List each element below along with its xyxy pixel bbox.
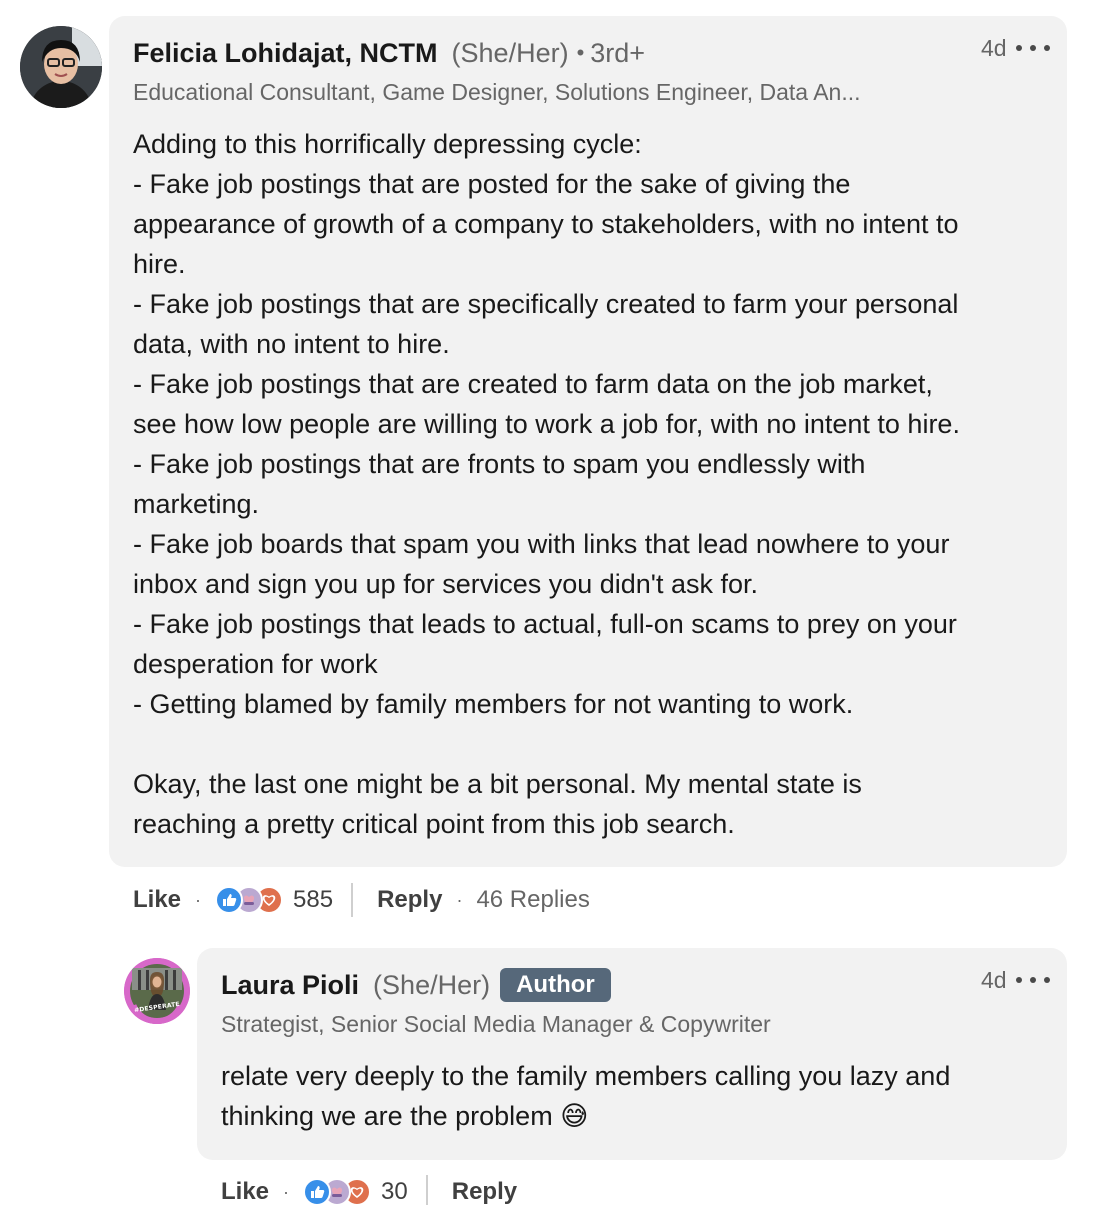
comment-time: 4d (981, 35, 1007, 61)
body-line: - Fake job postings that are posted for … (133, 169, 851, 199)
more-options-icon[interactable] (1016, 40, 1050, 56)
reply-button[interactable]: Reply (377, 886, 442, 914)
reply-body: relate very deeply to the family members… (221, 1056, 950, 1136)
comment-actions: Like · 585 Reply · 46 Replies (133, 882, 590, 918)
body-line: - Fake job postings that are created to … (133, 369, 933, 399)
body-line: reaching a pretty critical point from th… (133, 809, 735, 839)
body-line: Adding to this horrifically depressing c… (133, 129, 642, 159)
author-line: Laura Pioli (She/Her) Author (221, 968, 611, 1004)
comment-time: 4d (981, 967, 1007, 993)
body-line: - Getting blamed by family members for n… (133, 689, 854, 719)
reply-laura: #DESPERATE Laura Pioli (She/Her) Author 4d… (0, 930, 1093, 1205)
body-line: hire. (133, 249, 186, 279)
author-badge: Author (500, 968, 611, 1002)
avatar-photo (20, 26, 102, 108)
reactions-summary[interactable]: 30 (303, 1178, 408, 1205)
like-icon (303, 1178, 332, 1205)
reaction-count: 30 (381, 1178, 408, 1205)
body-line: - Fake job postings that leads to actual… (133, 609, 957, 639)
separator-dot: • (576, 40, 585, 65)
like-icon (215, 886, 244, 914)
reply-actions: Like · 30 Reply (221, 1174, 517, 1205)
body-line: - Fake job boards that spam you with lin… (133, 529, 950, 559)
like-button[interactable]: Like (133, 886, 181, 914)
body-line: - Fake job postings that are specificall… (133, 289, 959, 319)
reactions-summary[interactable]: 585 (215, 886, 333, 914)
author-pronouns: (She/Her) (373, 970, 491, 1000)
separator-dot: · (283, 1181, 290, 1202)
body-line: relate very deeply to the family members… (221, 1061, 951, 1091)
like-button[interactable]: Like (221, 1178, 269, 1205)
body-line: inbox and sign you up for services you d… (133, 569, 759, 599)
body-line: see how low people are willing to work a… (133, 409, 960, 439)
avatar-felicia[interactable] (20, 26, 102, 108)
replies-count-link[interactable]: 46 Replies (476, 886, 589, 914)
more-options-icon[interactable] (1016, 972, 1050, 988)
body-line: - Fake job postings that are fronts to s… (133, 449, 866, 479)
divider (425, 1175, 428, 1205)
avatar-laura[interactable]: #DESPERATE (124, 958, 190, 1024)
comment-body: Adding to this horrifically depressing c… (133, 124, 960, 844)
body-line: desperation for work (133, 649, 378, 679)
reply-button[interactable]: Reply (452, 1178, 517, 1205)
author-line: Felicia Lohidajat, NCTM (She/Her) • 3rd+ (133, 36, 645, 72)
body-line: appearance of growth of a company to sta… (133, 209, 959, 239)
comment-felicia: Felicia Lohidajat, NCTM (She/Her) • 3rd+ 4d… (0, 0, 1093, 930)
body-line: marketing. (133, 489, 260, 519)
separator-dot: · (456, 889, 463, 910)
author-headline: Strategist, Senior Social Media Manager … (221, 1011, 771, 1037)
body-line: thinking we are the problem 😅 (221, 1101, 589, 1131)
body-line (133, 724, 960, 764)
body-line: data, with no intent to hire. (133, 329, 450, 359)
author-name[interactable]: Felicia Lohidajat, NCTM (133, 38, 438, 68)
body-line: Okay, the last one might be a bit person… (133, 769, 862, 799)
divider (351, 883, 354, 917)
author-headline: Educational Consultant, Game Designer, S… (133, 79, 861, 105)
separator-dot: · (195, 889, 202, 910)
reaction-count: 585 (293, 886, 334, 913)
connection-degree: 3rd+ (590, 38, 646, 68)
author-pronouns: (She/Her) (451, 38, 569, 68)
author-name[interactable]: Laura Pioli (221, 970, 359, 1000)
